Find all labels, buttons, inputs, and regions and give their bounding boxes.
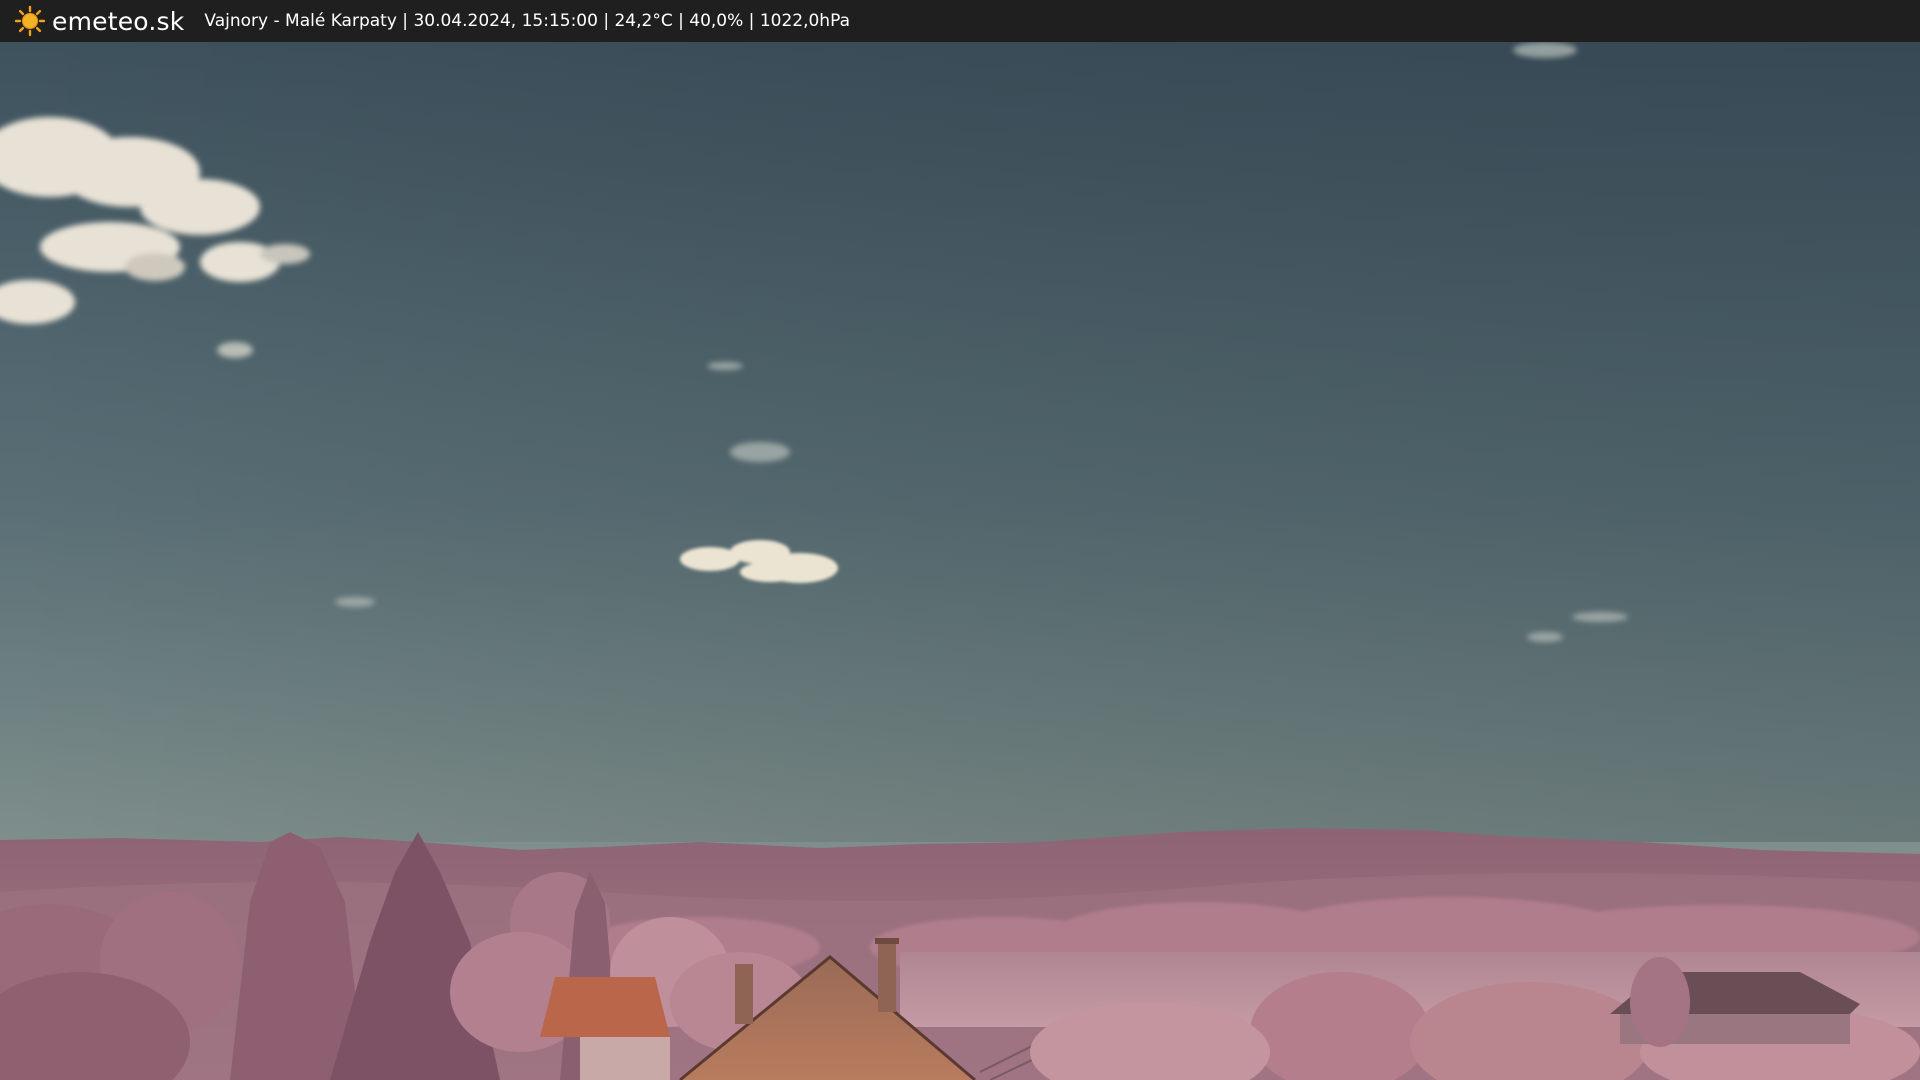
- separator: |: [396, 11, 414, 31]
- separator: |: [743, 11, 760, 31]
- sun-icon: [14, 5, 46, 37]
- separator: |: [672, 11, 690, 31]
- observation-datetime: 30.04.2024, 15:15:00: [413, 11, 598, 31]
- webcam-scene: [0, 42, 1920, 1080]
- site-logo[interactable]: emeteo.sk: [14, 0, 184, 42]
- weather-caption: Vajnory - Malé Karpaty | 30.04.2024, 15:…: [204, 11, 850, 31]
- webcam-page: emeteo.sk Vajnory - Malé Karpaty | 30.04…: [0, 0, 1920, 1080]
- temperature-value: 24,2°C: [614, 11, 673, 31]
- webcam-image: [0, 42, 1920, 1080]
- location-name: Vajnory - Malé Karpaty: [204, 11, 397, 31]
- humidity-value: 40,0%: [689, 11, 744, 31]
- pressure-value: 1022,0hPa: [759, 11, 850, 31]
- logo-text: emeteo.sk: [52, 6, 185, 36]
- header-bar: emeteo.sk Vajnory - Malé Karpaty | 30.04…: [0, 0, 1920, 42]
- separator: |: [597, 11, 615, 31]
